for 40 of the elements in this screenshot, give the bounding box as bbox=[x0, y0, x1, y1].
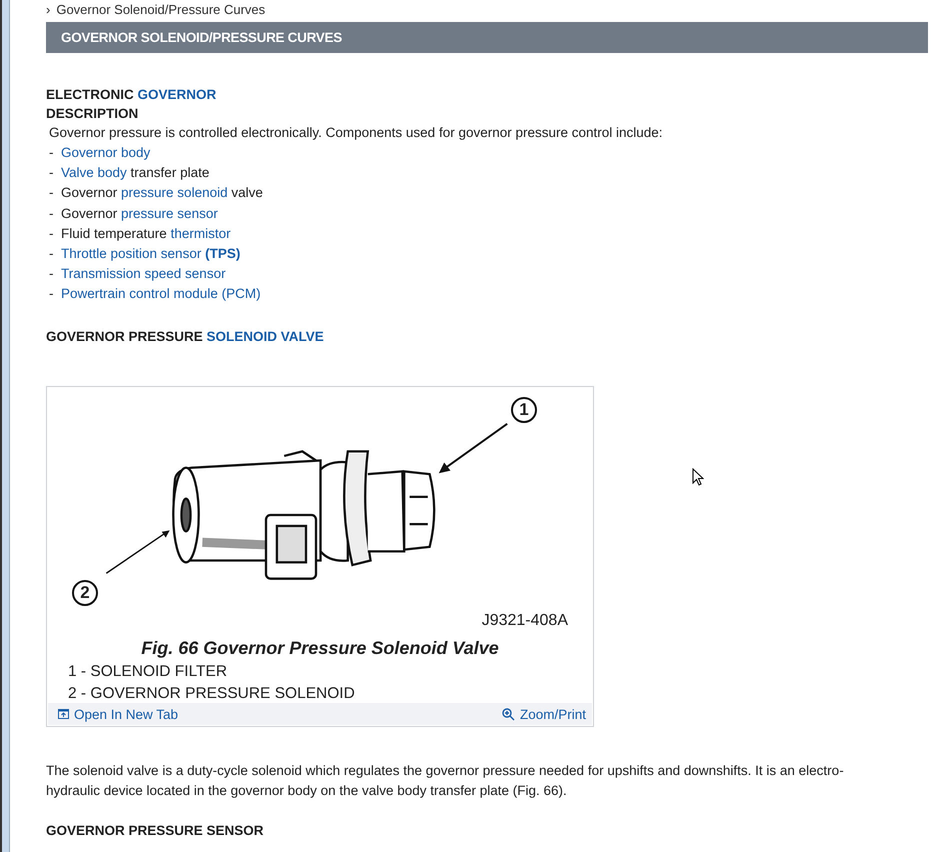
component-item: - Governor pressure sensor bbox=[49, 204, 219, 223]
component-item: - Governor body bbox=[49, 144, 152, 162]
heading-link[interactable]: GOVERNOR bbox=[138, 87, 216, 102]
legend-item: 1 - SOLENOID FILTER bbox=[68, 662, 228, 681]
component-link[interactable]: Throttle position sensor bbox=[61, 246, 202, 262]
breadcrumb-link[interactable]: Governor Solenoid/Pressure Curves bbox=[56, 2, 266, 18]
subheading: DESCRIPTION bbox=[46, 106, 140, 121]
section-heading: ELECTRONIC GOVERNOR bbox=[46, 87, 218, 102]
component-link[interactable]: thermistor bbox=[170, 226, 231, 241]
section-header: GOVERNOR SOLENOID/PRESSURE CURVES bbox=[46, 22, 928, 53]
callout-number: 1 bbox=[511, 396, 537, 423]
component-item: - Valve body transfer plate bbox=[49, 164, 210, 182]
component-item: - Throttle position sensor (TPS) bbox=[49, 245, 242, 264]
section-heading: GOVERNOR PRESSURE SOLENOID VALVE bbox=[46, 328, 325, 344]
new-tab-icon bbox=[58, 709, 69, 720]
component-item: - Transmission speed sensor bbox=[49, 265, 227, 284]
figure-code: J9321-408A bbox=[482, 612, 568, 630]
component-item: - Fluid temperature thermistor bbox=[49, 224, 232, 243]
intro-text: Governor pressure is controlled electronically. Components used for governor pressure control include: bbox=[49, 125, 664, 140]
component-item: - Powertrain control module (PCM) bbox=[49, 285, 262, 304]
chevron-text: › bbox=[46, 2, 50, 18]
legend-item: 2 - GOVERNOR PRESSURE SOLENOID bbox=[68, 684, 356, 703]
callout-number: 2 bbox=[72, 580, 98, 606]
component-link[interactable]: Powertrain control module (PCM) bbox=[61, 286, 261, 302]
zoom-print-link[interactable]: Zoom/Print bbox=[502, 706, 586, 722]
component-link[interactable]: pressure sensor bbox=[121, 206, 218, 221]
component-link[interactable]: (TPS) bbox=[201, 246, 240, 262]
heading-link[interactable]: SOLENOID VALVE bbox=[206, 328, 324, 344]
leader-arrow bbox=[105, 528, 171, 575]
zoom-in-icon bbox=[502, 708, 515, 721]
component-link[interactable]: Transmission speed sensor bbox=[61, 266, 226, 282]
component-link[interactable]: Valve body bbox=[61, 165, 127, 180]
cursor-icon bbox=[692, 468, 704, 486]
body-paragraph: The solenoid valve is a duty-cycle solenoid which regulates the governor pressure needed for upshifts and downshifts. It is an electro-hydraulic device located in the governor body on the valve body transfer plate (Fig. 66). bbox=[46, 762, 845, 800]
component-link[interactable]: pressure solenoid bbox=[121, 185, 228, 200]
component-link[interactable]: Governor body bbox=[61, 145, 150, 160]
component-item: - Governor pressure solenoid valve bbox=[49, 184, 264, 202]
open-tab-link[interactable]: Open In New Tab bbox=[58, 706, 178, 722]
figure-caption: Fig. 66 Governor Pressure Solenoid Valve bbox=[140, 638, 500, 659]
section-heading: GOVERNOR PRESSURE SENSOR bbox=[46, 822, 265, 838]
